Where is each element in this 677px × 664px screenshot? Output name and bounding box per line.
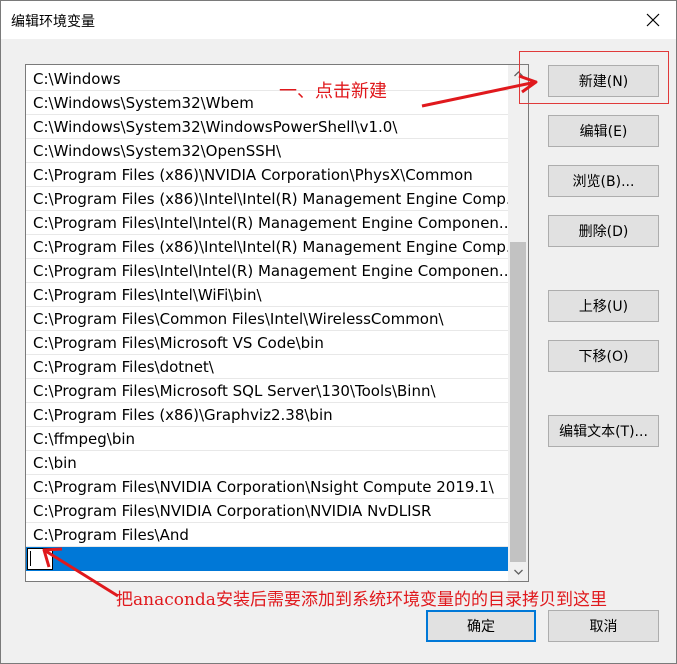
scroll-down-button[interactable] <box>508 563 528 581</box>
path-list-item[interactable]: C:\Program Files\And <box>26 523 508 547</box>
cancel-button[interactable]: 取消 <box>548 610 659 642</box>
edit-text-button[interactable]: 编辑文本(T)... <box>548 415 659 447</box>
path-list-item[interactable]: C:\Program Files (x86)\Graphviz2.38\bin <box>26 403 508 427</box>
path-list-item[interactable]: C:\Windows\System32\Wbem <box>26 91 508 115</box>
title-bar: 编辑环境变量 <box>1 1 676 39</box>
move-up-button[interactable]: 上移(U) <box>548 290 659 322</box>
edit-button[interactable]: 编辑(E) <box>548 115 659 147</box>
path-list-item[interactable]: C:\Program Files (x86)\Intel\Intel(R) Ma… <box>26 235 508 259</box>
move-down-button[interactable]: 下移(O) <box>548 340 659 372</box>
annotation-step-paste: 把anaconda安装后需要添加到系统环境变量的的目录拷贝到这里 <box>116 590 607 610</box>
dialog-title: 编辑环境变量 <box>11 14 95 30</box>
ok-button[interactable]: 确定 <box>426 610 536 642</box>
vertical-scrollbar[interactable] <box>508 65 528 581</box>
path-list-item[interactable]: C:\Program Files\dotnet\ <box>26 355 508 379</box>
path-list-item[interactable]: C:\Windows <box>26 67 508 91</box>
path-list-item[interactable]: C:\ffmpeg\bin <box>26 427 508 451</box>
chevron-down-icon <box>513 569 523 575</box>
path-list-item[interactable]: C:\Program Files\Intel\Intel(R) Manageme… <box>26 211 508 235</box>
path-list-item[interactable]: C:\Program Files\Microsoft VS Code\bin <box>26 331 508 355</box>
close-button[interactable] <box>630 1 676 39</box>
path-list-item[interactable]: C:\bin <box>26 451 508 475</box>
path-list-item[interactable]: C:\Program Files\Common Files\Intel\Wire… <box>26 307 508 331</box>
path-list-item[interactable]: C:\Program Files (x86)\NVIDIA Corporatio… <box>26 163 508 187</box>
annotation-step-new: 一、点击新建 <box>279 81 387 102</box>
path-list-item[interactable]: C:\Program Files (x86)\Intel\Intel(R) Ma… <box>26 187 508 211</box>
close-icon <box>646 13 660 27</box>
path-list-item[interactable]: C:\Program Files\Intel\Intel(R) Manageme… <box>26 259 508 283</box>
path-list-item-new[interactable] <box>26 547 508 571</box>
browse-button[interactable]: 浏览(B)... <box>548 165 659 197</box>
path-list-item[interactable]: C:\Windows\System32\WindowsPowerShell\v1… <box>26 115 508 139</box>
delete-button[interactable]: 删除(D) <box>548 215 659 247</box>
new-button-highlight-box <box>519 51 669 104</box>
path-list-item[interactable]: C:\Program Files\NVIDIA Corporation\NVID… <box>26 499 508 523</box>
scrollbar-thumb[interactable] <box>510 242 526 562</box>
path-list-item[interactable]: C:\Windows\System32\OpenSSH\ <box>26 139 508 163</box>
path-list-item[interactable]: C:\Program Files\Intel\WiFi\bin\ <box>26 283 508 307</box>
path-listbox[interactable]: C:\Windows C:\Windows\System32\Wbem C:\Win… <box>25 64 529 582</box>
path-list-item[interactable]: C:\Program Files\Microsoft SQL Server\13… <box>26 379 508 403</box>
path-list: C:\Windows C:\Windows\System32\Wbem C:\Win… <box>26 67 508 571</box>
text-cursor <box>30 551 31 566</box>
path-list-item[interactable]: C:\Program Files\NVIDIA Corporation\Nsig… <box>26 475 508 499</box>
